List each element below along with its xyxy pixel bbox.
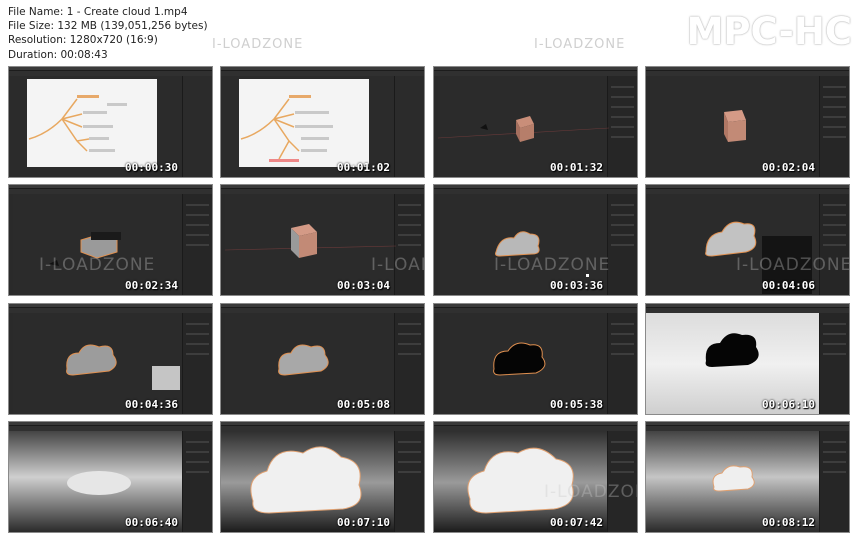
timestamp-3: 00:01:32 xyxy=(550,161,603,174)
timestamp-13: 00:06:40 xyxy=(125,516,178,529)
thumbnail-7[interactable]: I-LOADZONE 00:03:36 xyxy=(433,184,638,296)
thumbnail-14[interactable]: 00:07:10 xyxy=(220,421,425,533)
watermark-5: I-LOADZONE xyxy=(39,255,156,275)
thumbnail-15[interactable]: I-LOADZONE 00:07:42 xyxy=(433,421,638,533)
thumbnail-9[interactable]: 00:04:36 xyxy=(8,303,213,415)
resolution: Resolution: 1280x720 (16:9) xyxy=(8,34,158,47)
duration: Duration: 00:08:43 xyxy=(8,48,108,61)
mpc-hc-logo: MPC-HC xyxy=(686,10,852,53)
thumbnail-6[interactable]: I-LOADZONE 00:03:04 xyxy=(220,184,425,296)
thumbnail-11[interactable]: 00:05:38 xyxy=(433,303,638,415)
timestamp-2: 00:01:02 xyxy=(337,161,390,174)
timestamp-9: 00:04:36 xyxy=(125,398,178,411)
timestamp-14: 00:07:10 xyxy=(337,516,390,529)
watermark-top-1: I-LOADZONE xyxy=(212,37,304,52)
timestamp-10: 00:05:08 xyxy=(337,398,390,411)
timestamp-11: 00:05:38 xyxy=(550,398,603,411)
file-info: File Name: 1 - Create cloud 1.mp4 File S… xyxy=(8,5,208,62)
watermark-8: I-LOADZONE xyxy=(736,255,850,275)
timestamp-5: 00:02:34 xyxy=(125,279,178,292)
watermark-top-2: I-LOADZONE xyxy=(534,37,626,52)
thumbnail-12[interactable]: 00:06:10 xyxy=(645,303,850,415)
thumbnail-2[interactable]: 00:01:02 xyxy=(220,66,425,178)
timestamp-16: 00:08:12 xyxy=(762,516,815,529)
timestamp-12: 00:06:10 xyxy=(762,398,815,411)
thumbnail-5[interactable]: I-LOADZONE 00:02:34 xyxy=(8,184,213,296)
timestamp-15: 00:07:42 xyxy=(550,516,603,529)
thumbnail-8[interactable]: I-LOADZONE 00:04:06 xyxy=(645,184,850,296)
timestamp-1: 00:00:30 xyxy=(125,161,178,174)
timestamp-4: 00:02:04 xyxy=(762,161,815,174)
thumbnail-13[interactable]: 00:06:40 xyxy=(8,421,213,533)
timestamp-8: 00:04:06 xyxy=(762,279,815,292)
thumbnail-3[interactable]: 00:01:32 xyxy=(433,66,638,178)
timestamp-6: 00:03:04 xyxy=(337,279,390,292)
file-size: File Size: 132 MB (139,051,256 bytes) xyxy=(8,20,208,33)
thumbnail-10[interactable]: 00:05:08 xyxy=(220,303,425,415)
thumbnail-1[interactable]: 00:00:30 xyxy=(8,66,213,178)
watermark-6: I-LOADZONE xyxy=(371,255,424,275)
timestamp-7: 00:03:36 xyxy=(550,279,603,292)
watermark-15: I-LOADZONE xyxy=(544,482,637,502)
thumbnail-grid: 00:00:30 00:01:02 00:01:32 00:02:04 I-LO… xyxy=(8,66,858,538)
watermark-7: I-LOADZONE xyxy=(494,255,611,275)
thumbnail-4[interactable]: 00:02:04 xyxy=(645,66,850,178)
thumbnail-16[interactable]: 00:08:12 xyxy=(645,421,850,533)
file-name: File Name: 1 - Create cloud 1.mp4 xyxy=(8,6,188,18)
